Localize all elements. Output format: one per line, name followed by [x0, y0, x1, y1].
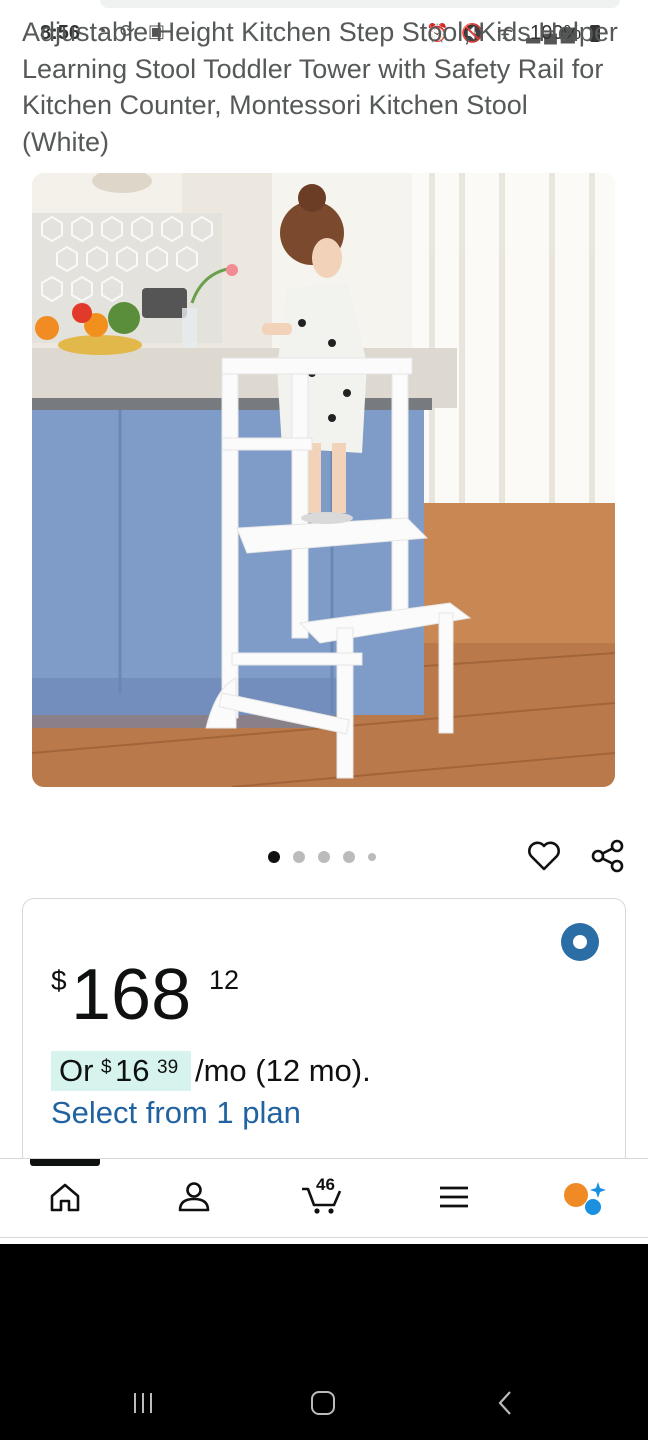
- nav-active-indicator: [30, 1159, 100, 1166]
- monthly-or-label: Or: [59, 1053, 94, 1088]
- price-fraction: 12: [209, 965, 240, 995]
- product-photo-illustration: [32, 173, 615, 787]
- carousel-dot[interactable]: [318, 851, 330, 863]
- product-title: Adjustable Height Kitchen Step Stool, Ki…: [22, 17, 618, 157]
- account-icon[interactable]: [176, 1179, 212, 1215]
- select-plan-link[interactable]: Select from 1 plan: [51, 1095, 301, 1131]
- price-currency: $: [51, 965, 67, 996]
- back-icon[interactable]: [490, 1388, 520, 1418]
- image-carousel-dots[interactable]: [268, 850, 376, 864]
- menu-icon[interactable]: [436, 1179, 472, 1215]
- carousel-dot-active[interactable]: [268, 851, 280, 863]
- price-whole: 168: [71, 955, 192, 1035]
- monthly-whole: 16: [115, 1053, 150, 1088]
- heart-icon[interactable]: [526, 838, 562, 874]
- carousel-dot[interactable]: [343, 851, 355, 863]
- monthly-suffix: /mo (12 mo).: [195, 1053, 371, 1088]
- home-button-icon[interactable]: [308, 1388, 338, 1418]
- bottom-nav: 46: [0, 1158, 648, 1238]
- share-icon[interactable]: [590, 838, 626, 874]
- monthly-fraction: 39: [157, 1057, 179, 1078]
- rufus-ai-icon[interactable]: [562, 1179, 606, 1215]
- home-icon[interactable]: [47, 1179, 83, 1215]
- purchase-option-radio[interactable]: [561, 923, 599, 961]
- carousel-dot[interactable]: [368, 853, 376, 861]
- carousel-dot[interactable]: [293, 851, 305, 863]
- price-card: $ 168 12 Or $ 16 39 /mo (12 mo). Select …: [22, 898, 626, 1200]
- product-image[interactable]: [32, 173, 615, 787]
- recent-apps-icon[interactable]: [128, 1388, 158, 1418]
- cart-count-badge: 46: [316, 1175, 335, 1194]
- monthly-currency: $: [101, 1057, 112, 1078]
